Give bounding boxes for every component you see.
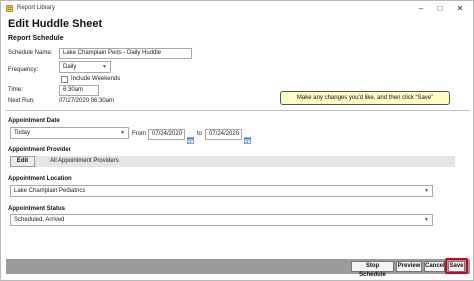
window-title: Report Library: [17, 5, 56, 11]
appointment-date-label: Appointment Date: [8, 118, 60, 124]
provider-value: All Appointment Providers: [50, 158, 119, 164]
schedule-name-label: Schedule Name:: [8, 50, 53, 56]
frequency-value: Daily: [63, 64, 77, 70]
include-weekends-label: Include Weekends: [71, 76, 121, 82]
instruction-callout: Make any changes you'd like, and then cl…: [280, 91, 450, 105]
cancel-button[interactable]: Cancel: [424, 261, 445, 272]
time-label: Time:: [8, 87, 23, 93]
from-date-input[interactable]: 07/24/2020: [148, 129, 185, 140]
calendar-icon[interactable]: [244, 131, 252, 145]
divider: [6, 110, 470, 111]
edit-provider-button[interactable]: Edit: [10, 156, 35, 167]
appointment-date-select[interactable]: Today ▼: [10, 127, 129, 139]
section-title: Report Schedule: [8, 35, 64, 42]
schedule-name-input[interactable]: Lake Champlain Peds - Daily Huddle: [59, 48, 192, 59]
appointment-location-label: Appointment Location: [8, 176, 72, 182]
appointment-date-value: Today: [14, 130, 31, 136]
chevron-down-icon: ▼: [424, 188, 429, 194]
chevron-down-icon: ▼: [120, 130, 125, 136]
next-run-label: Next Run:: [8, 98, 35, 104]
appointment-location-select[interactable]: Lake Champlain Pediatrics ▼: [10, 185, 433, 197]
time-input[interactable]: 6:30am: [59, 85, 99, 96]
minimize-button[interactable]: –: [414, 3, 428, 14]
close-button[interactable]: ✕: [453, 3, 467, 14]
stop-schedule-button[interactable]: Stop Schedule: [351, 261, 394, 278]
save-highlight: [445, 258, 468, 274]
chevron-down-icon: ▼: [424, 217, 429, 223]
appointment-status-label: Appointment Status: [8, 206, 65, 212]
appointment-provider-label: Appointment Provider: [8, 147, 72, 153]
calendar-icon[interactable]: [187, 131, 195, 145]
appointment-status-value: Scheduled, Arrived: [14, 217, 65, 223]
chevron-down-icon: ▼: [102, 64, 107, 70]
report-icon: [6, 5, 13, 12]
title-bar: Report Library – □ ✕: [1, 1, 473, 16]
page-title: Edit Huddle Sheet: [8, 18, 103, 30]
next-run-value: 07/27/2020 06:30am: [59, 98, 115, 104]
report-window: Report Library – □ ✕ Edit Huddle Sheet R…: [0, 0, 474, 281]
appointment-location-value: Lake Champlain Pediatrics: [14, 188, 86, 194]
frequency-label: Frequency:: [8, 67, 39, 73]
preview-button[interactable]: Preview: [396, 261, 422, 272]
frequency-select[interactable]: Daily ▼: [59, 61, 111, 73]
maximize-button[interactable]: □: [433, 3, 447, 14]
include-weekends-checkbox[interactable]: [61, 76, 68, 83]
to-date-input[interactable]: 07/24/2020: [205, 129, 242, 140]
appointment-status-select[interactable]: Scheduled, Arrived ▼: [10, 214, 433, 226]
to-label: to: [197, 131, 203, 137]
from-label: From: [132, 131, 146, 137]
